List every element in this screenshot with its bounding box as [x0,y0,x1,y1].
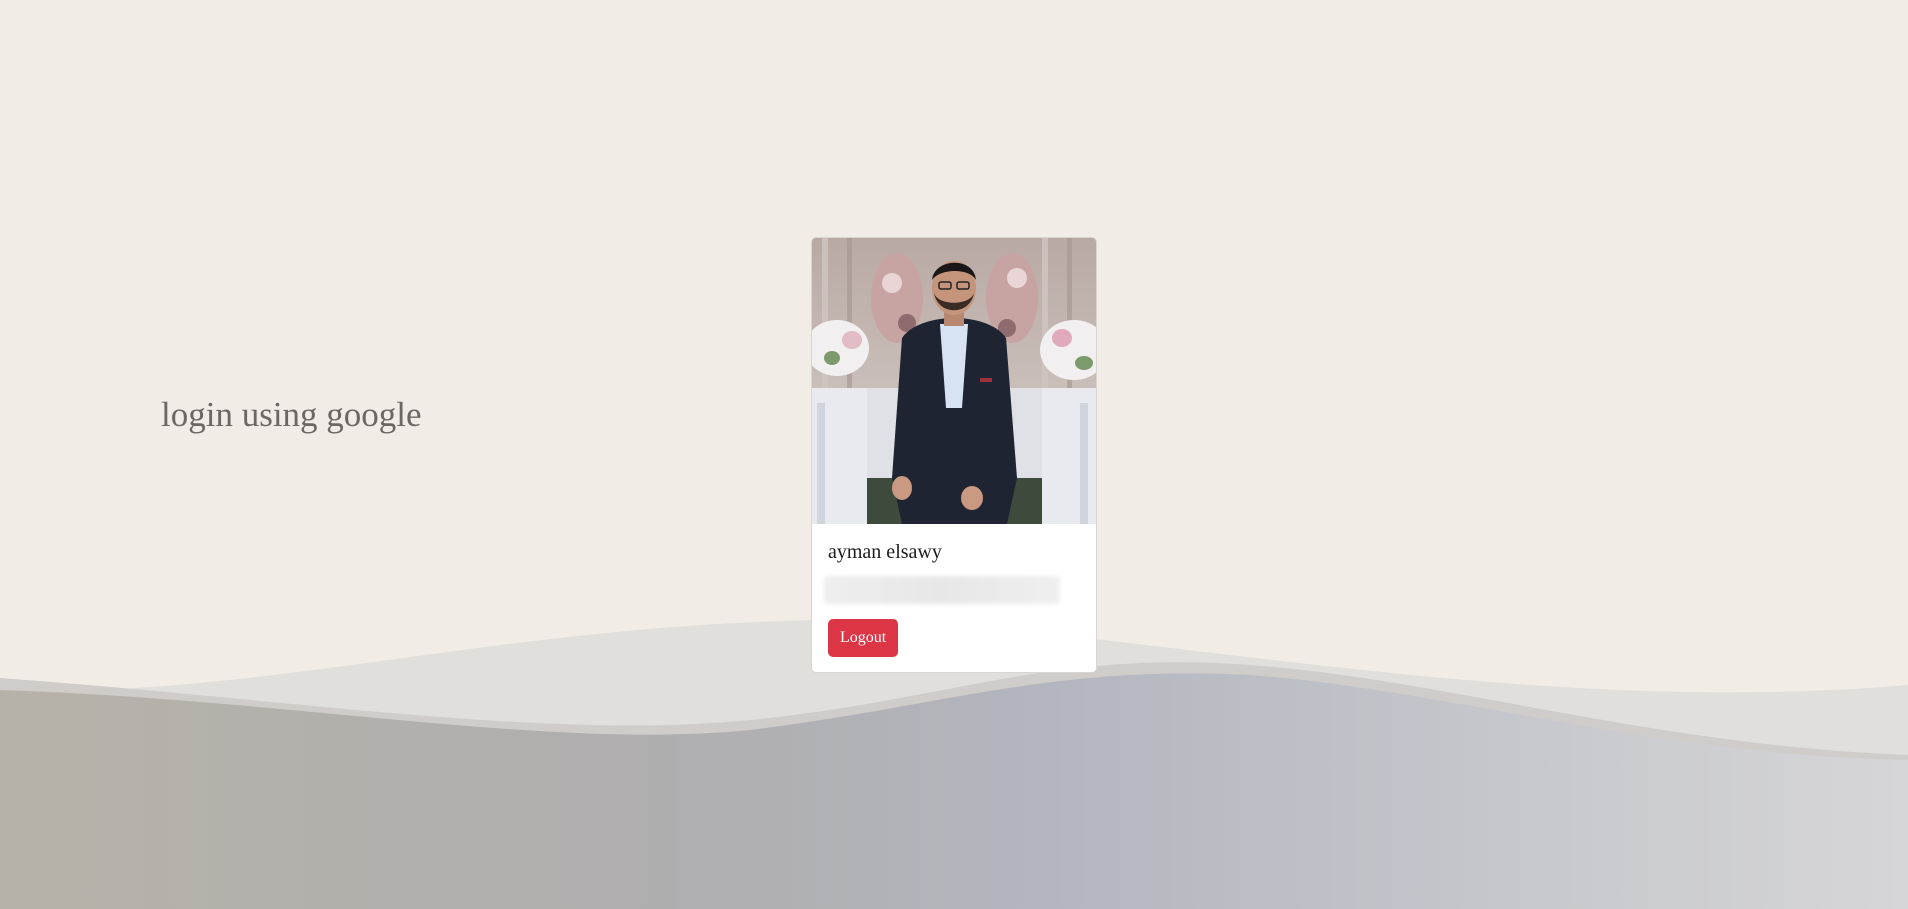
user-email-blurred [824,576,1060,604]
profile-photo [812,238,1096,524]
profile-card-body: ayman elsawy Logout [812,524,1096,657]
page-heading: login using google [161,395,422,434]
logout-button[interactable]: Logout [828,619,899,657]
profile-photo-image [812,238,1096,524]
profile-card: ayman elsawy Logout [811,237,1097,673]
user-name: ayman elsawy [828,541,942,563]
